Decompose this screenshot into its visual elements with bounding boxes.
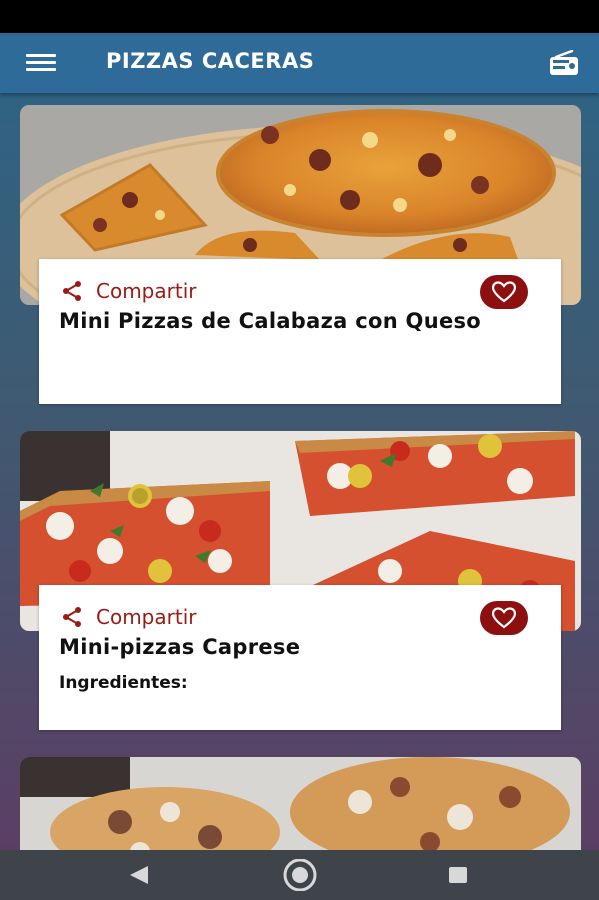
heart-outline-icon: [492, 607, 516, 629]
recipe-title: Mini-pizzas Caprese: [59, 635, 301, 659]
share-label: Compartir: [96, 279, 197, 303]
recipe-info-panel[interactable]: Compartir Mini-pizzas Caprese Ingredient…: [39, 585, 561, 730]
favorite-button[interactable]: [480, 275, 528, 309]
recipe-info-panel[interactable]: Compartir Mini Pizzas de Calabaza con Qu…: [39, 259, 561, 404]
back-button[interactable]: [128, 865, 150, 889]
status-bar: [0, 0, 599, 33]
recents-button[interactable]: [448, 866, 468, 888]
system-nav-bar: [0, 850, 599, 900]
app-bar: PIZZAS CACERAS: [0, 33, 599, 93]
share-button[interactable]: Compartir: [61, 279, 196, 303]
recipe-title: Mini Pizzas de Calabaza con Queso: [59, 309, 482, 333]
share-label: Compartir: [96, 605, 197, 629]
menu-line: [26, 54, 56, 57]
recipe-subtitle: Ingredientes:: [59, 673, 188, 693]
recipe-card[interactable]: Compartir Mini Pizzas de Calabaza con Qu…: [20, 105, 581, 404]
recipe-image[interactable]: [20, 757, 581, 850]
share-button[interactable]: Compartir: [61, 605, 196, 629]
recents-square-icon: [449, 867, 467, 883]
home-circle-icon: [283, 858, 317, 892]
share-icon: [63, 607, 81, 627]
home-button[interactable]: [280, 858, 320, 895]
back-triangle-icon: [130, 866, 148, 884]
hamburger-menu-icon[interactable]: [26, 53, 56, 73]
favorite-button[interactable]: [480, 601, 528, 635]
heart-outline-icon: [492, 281, 516, 303]
menu-line: [26, 61, 56, 64]
share-icon: [63, 281, 81, 301]
menu-line: [26, 68, 56, 71]
recipe-list[interactable]: Compartir Mini Pizzas de Calabaza con Qu…: [0, 93, 599, 850]
app-title: PIZZAS CACERAS: [106, 49, 315, 73]
radio-icon[interactable]: [548, 49, 580, 76]
recipe-card[interactable]: Compartir Mini-pizzas Caprese Ingredient…: [20, 431, 581, 730]
recipe-card[interactable]: [20, 757, 581, 850]
pizza-photo: [20, 757, 581, 850]
radio-icon-svg: [550, 49, 578, 75]
